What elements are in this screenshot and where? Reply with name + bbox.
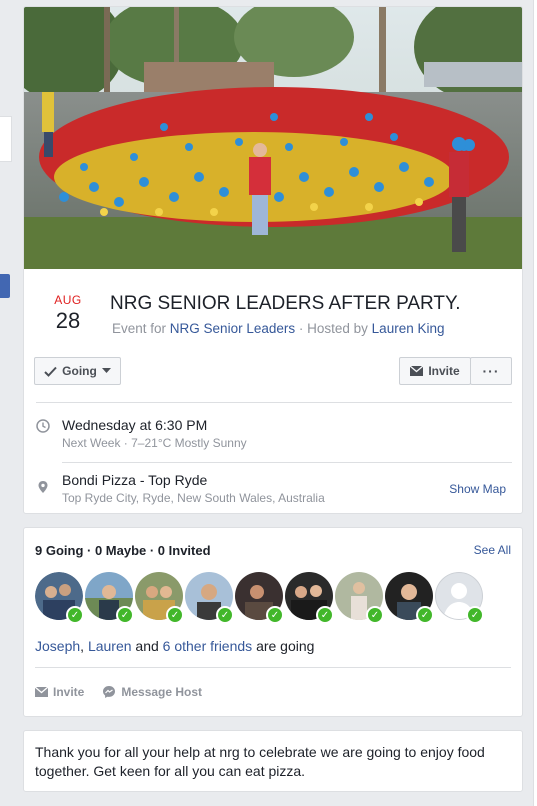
- guest-avatar[interactable]: ✓: [285, 572, 334, 624]
- event-subtitle: Event for NRG Senior Leaders · Hosted by…: [112, 321, 444, 336]
- event-date-month: AUG: [54, 293, 82, 307]
- going-button[interactable]: Going: [34, 357, 121, 385]
- guest-avatar[interactable]: ✓: [85, 572, 134, 624]
- going-check-icon: ✓: [266, 606, 284, 624]
- event-description: Thank you for all your help at nrg to ce…: [35, 744, 485, 779]
- going-check-icon: ✓: [116, 606, 134, 624]
- going-check-icon: ✓: [416, 606, 434, 624]
- guest-summary[interactable]: 9 Going · 0 Maybe · 0 Invited: [35, 543, 211, 558]
- going-check-icon: ✓: [166, 606, 184, 624]
- going-check-icon: ✓: [466, 606, 484, 624]
- guest-avatar-list: ✓ ✓ ✓ ✓ ✓ ✓ ✓ ✓ ✓: [35, 572, 484, 624]
- clock-icon: [36, 419, 50, 433]
- guest-avatar[interactable]: ✓: [235, 572, 284, 624]
- event-location-row[interactable]: Bondi Pizza - Top Ryde Top Ryde City, Ry…: [36, 472, 512, 508]
- friend-separator: ,: [80, 638, 85, 654]
- event-time-detail: Next Week · 7–21°C Mostly Sunny: [62, 436, 247, 450]
- more-options-button[interactable]: ···: [470, 357, 512, 385]
- event-time-row[interactable]: Wednesday at 6:30 PM Next Week · 7–21°C …: [36, 417, 512, 453]
- section-divider: [36, 402, 512, 403]
- checkmark-icon: [44, 366, 57, 377]
- event-date-day: 28: [55, 308, 81, 333]
- section-divider: [35, 667, 511, 668]
- location-address: Top Ryde City, Ryde, New South Wales, Au…: [62, 491, 325, 505]
- message-host-label: Message Host: [121, 685, 203, 699]
- friend-link-joseph[interactable]: Joseph: [35, 638, 80, 654]
- more-icon: ···: [482, 363, 500, 379]
- right-panel-edge: [533, 0, 537, 806]
- event-title: NRG SENIOR LEADERS AFTER PARTY.: [110, 293, 461, 314]
- envelope-icon: [410, 366, 424, 376]
- guest-avatar[interactable]: ✓: [35, 572, 84, 624]
- guest-avatar[interactable]: ✓: [385, 572, 434, 624]
- left-nav-indicator: [0, 274, 10, 298]
- hosted-by-label: · Hosted by: [298, 321, 368, 336]
- guest-avatar[interactable]: ✓: [185, 572, 234, 624]
- event-for-label: Event for: [112, 321, 167, 336]
- going-check-icon: ✓: [316, 606, 334, 624]
- show-map-link[interactable]: Show Map: [449, 482, 506, 496]
- invite-guests-button[interactable]: Invite: [35, 685, 84, 699]
- invite-button[interactable]: Invite: [399, 357, 471, 385]
- event-date: AUG 28: [48, 293, 88, 334]
- event-card: AUG 28 NRG SENIOR LEADERS AFTER PARTY. E…: [23, 6, 523, 514]
- description-card: Thank you for all your help at nrg to ce…: [23, 730, 523, 792]
- caret-down-icon: [101, 368, 111, 373]
- messenger-icon: [103, 686, 116, 698]
- other-friends-link[interactable]: 6 other friends: [163, 638, 253, 654]
- see-all-link[interactable]: See All: [474, 543, 511, 557]
- guest-avatar[interactable]: ✓: [435, 572, 484, 624]
- going-check-icon: ✓: [366, 606, 384, 624]
- event-cover-photo[interactable]: [24, 7, 522, 269]
- invite-label: Invite: [428, 364, 460, 378]
- host-link[interactable]: Lauren King: [372, 321, 445, 336]
- guests-card: 9 Going · 0 Maybe · 0 Invited See All ✓ …: [23, 527, 523, 717]
- cover-photo-image: [24, 7, 522, 269]
- envelope-icon: [35, 687, 48, 697]
- guest-avatar[interactable]: ✓: [135, 572, 184, 624]
- guest-actions: Invite Message Host: [35, 685, 202, 699]
- guest-avatar[interactable]: ✓: [335, 572, 384, 624]
- are-going-label: are going: [256, 638, 315, 654]
- message-host-button[interactable]: Message Host: [102, 685, 202, 699]
- event-time: Wednesday at 6:30 PM: [62, 417, 208, 433]
- group-link[interactable]: NRG Senior Leaders: [170, 321, 295, 336]
- invite-guests-label: Invite: [53, 685, 85, 699]
- going-check-icon: ✓: [66, 606, 84, 624]
- location-name: Bondi Pizza - Top Ryde: [62, 472, 208, 488]
- going-label: Going: [62, 364, 97, 378]
- going-check-icon: ✓: [216, 606, 234, 624]
- friend-link-lauren[interactable]: Lauren: [88, 638, 132, 654]
- map-pin-icon: [38, 481, 48, 493]
- and-label: and: [135, 638, 159, 654]
- left-panel-edge: [0, 116, 12, 162]
- friends-going-line: Joseph, Lauren and 6 other friends are g…: [35, 638, 314, 654]
- row-divider: [62, 462, 512, 463]
